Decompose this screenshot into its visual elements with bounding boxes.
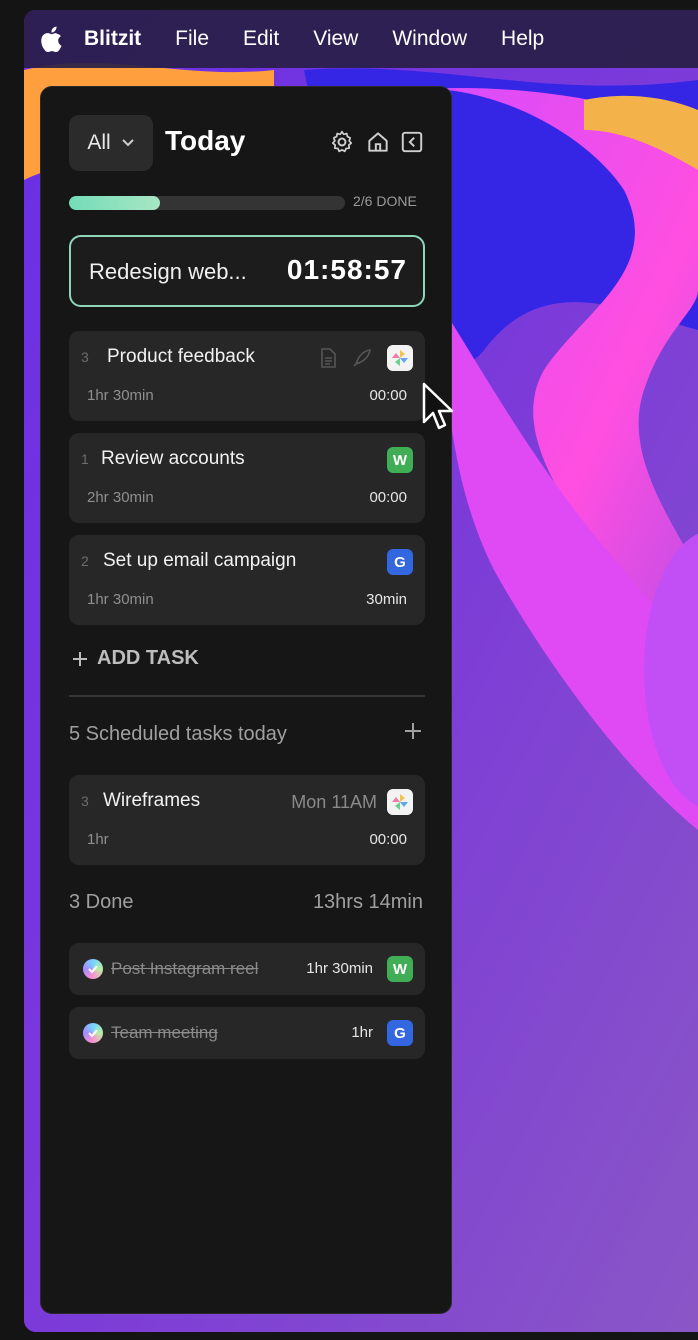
- desktop: Blitzit File Edit View Window Help All T…: [24, 10, 698, 1332]
- mouse-cursor-icon: [422, 382, 454, 430]
- done-task-duration: 1hr: [351, 1024, 373, 1041]
- task-timer: 01:58:57: [286, 254, 407, 285]
- menu-file[interactable]: File: [175, 27, 209, 51]
- menu-app-name[interactable]: Blitzit: [84, 27, 141, 51]
- task-duration: 1hr 30min: [87, 591, 154, 608]
- task-title: Wireframes: [103, 790, 201, 811]
- task-title: Product feedback: [107, 346, 255, 367]
- task-duration: 2hr 30min: [87, 489, 154, 506]
- progress-label: 2/6 DONE: [353, 193, 417, 209]
- g-badge-icon: G: [387, 1020, 413, 1046]
- done-task-title: Team meeting: [111, 1023, 218, 1042]
- current-task-title: Redesign web...: [89, 259, 247, 284]
- task-time: 00:00: [369, 387, 407, 404]
- gear-icon[interactable]: [329, 129, 355, 155]
- check-icon[interactable]: [83, 1023, 103, 1043]
- done-task-title: Post Instagram reel: [111, 959, 259, 978]
- task-number: 3: [81, 793, 89, 809]
- w-badge-icon: W: [387, 447, 413, 473]
- add-task-button[interactable]: ADD TASK: [71, 647, 199, 670]
- task-time: 00:00: [369, 831, 407, 848]
- done-header: 3 Done: [69, 891, 134, 913]
- task-duration: 1hr: [87, 831, 109, 848]
- today-panel: All Today 2/6 DONE Redesign web... 01:58…: [40, 86, 452, 1314]
- filter-label: All: [87, 131, 111, 154]
- done-task-row[interactable]: Post Instagram reel 1hr 30min W: [69, 943, 425, 995]
- w-badge-icon: W: [387, 956, 413, 982]
- task-card[interactable]: 1 Review accounts W 2hr 30min 00:00: [69, 433, 425, 523]
- task-time: 30min: [366, 591, 407, 608]
- filter-dropdown[interactable]: All: [69, 115, 153, 171]
- chevron-down-icon: [121, 139, 134, 147]
- task-number: 3: [81, 349, 89, 365]
- check-icon[interactable]: [83, 959, 103, 979]
- menu-window[interactable]: Window: [392, 27, 467, 51]
- task-title: Review accounts: [101, 448, 245, 469]
- current-task[interactable]: Redesign web... 01:58:57: [69, 235, 425, 307]
- notes-icon[interactable]: [317, 347, 339, 369]
- panel-header: All Today: [69, 115, 425, 171]
- progress-fill: [69, 196, 161, 210]
- apple-icon[interactable]: [40, 26, 62, 52]
- add-scheduled-button[interactable]: [403, 721, 423, 741]
- scheduled-header: 5 Scheduled tasks today: [69, 723, 287, 745]
- g-badge-icon: G: [387, 549, 413, 575]
- rocket-icon[interactable]: [351, 347, 373, 369]
- page-title: Today: [165, 125, 246, 156]
- task-time: 00:00: [369, 489, 407, 506]
- task-card[interactable]: 3 Product feedback 1hr 30min 00:00: [69, 331, 425, 421]
- pinwheel-icon: [387, 789, 413, 815]
- menu-bar: Blitzit File Edit View Window Help: [24, 10, 698, 68]
- menu-edit[interactable]: Edit: [243, 27, 279, 51]
- plus-icon: [73, 651, 87, 666]
- done-task-row[interactable]: Team meeting 1hr G: [69, 1007, 425, 1059]
- home-icon[interactable]: [365, 129, 391, 155]
- task-duration: 1hr 30min: [87, 387, 154, 404]
- task-number: 2: [81, 553, 89, 569]
- scheduled-task-card[interactable]: 3 Wireframes Mon 11AM 1hr 00:00: [69, 775, 425, 865]
- add-task-label: ADD TASK: [97, 647, 199, 669]
- done-total: 13hrs 14min: [312, 891, 423, 913]
- task-number: 1: [81, 451, 89, 467]
- menu-help[interactable]: Help: [501, 27, 544, 51]
- collapse-icon[interactable]: [399, 129, 425, 155]
- progress-bar: [69, 196, 345, 210]
- divider: [69, 695, 425, 697]
- done-task-duration: 1hr 30min: [306, 960, 373, 977]
- task-title: Set up email campaign: [103, 550, 297, 571]
- task-card[interactable]: 2 Set up email campaign G 1hr 30min 30mi…: [69, 535, 425, 625]
- menu-view[interactable]: View: [313, 27, 358, 51]
- pinwheel-icon: [387, 345, 413, 371]
- scheduled-time: Mon 11AM: [291, 792, 377, 812]
